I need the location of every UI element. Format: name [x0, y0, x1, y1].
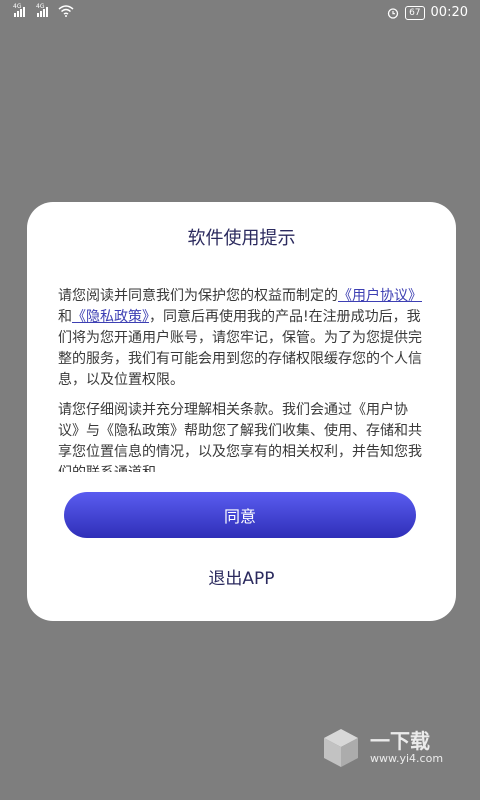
signal-icon: 4G [36, 3, 48, 17]
terms-paragraph-1: 请您阅读并同意我们为保护您的权益而制定的《用户协议》和《隐私政策》，同意后再使用… [58, 286, 424, 391]
user-agreement-link[interactable]: 《用户协议》 [338, 288, 422, 304]
terms-text: 请您阅读并同意我们为保护您的权益而制定的 [58, 288, 338, 304]
watermark-title: 一下载 [370, 729, 430, 753]
dialog-title: 软件使用提示 [187, 228, 296, 249]
signal-icon: 4G [13, 3, 25, 17]
wifi-icon [58, 5, 74, 17]
privacy-policy-link[interactable]: 《隐私政策》 [72, 309, 149, 325]
exit-app-button[interactable]: 退出APP [27, 564, 456, 589]
status-right: 67 00:20 [387, 5, 468, 20]
agree-button[interactable]: 同意 [64, 492, 416, 538]
signal-indicators: 4G 4G [13, 3, 74, 17]
clock: 00:20 [430, 5, 468, 20]
watermark: 一下载 www.yi4.com [318, 725, 443, 771]
terms-text: 和 [58, 309, 72, 325]
dialog-content[interactable]: 请您阅读并同意我们为保护您的权益而制定的《用户协议》和《隐私政策》，同意后再使用… [58, 286, 424, 472]
watermark-url: www.yi4.com [370, 752, 444, 765]
cube-logo-icon [324, 729, 358, 767]
alarm-icon [387, 7, 399, 19]
battery-icon: 67 [405, 5, 425, 20]
terms-paragraph-2: 请您仔细阅读并充分理解相关条款。我们会通过《用户协议》与《隐私政策》帮助您了解我… [58, 402, 422, 472]
status-bar: 4G 4G 67 00:20 [0, 0, 480, 26]
terms-dialog: 软件使用提示 请您阅读并同意我们为保护您的权益而制定的《用户协议》和《隐私政策》… [27, 202, 456, 621]
